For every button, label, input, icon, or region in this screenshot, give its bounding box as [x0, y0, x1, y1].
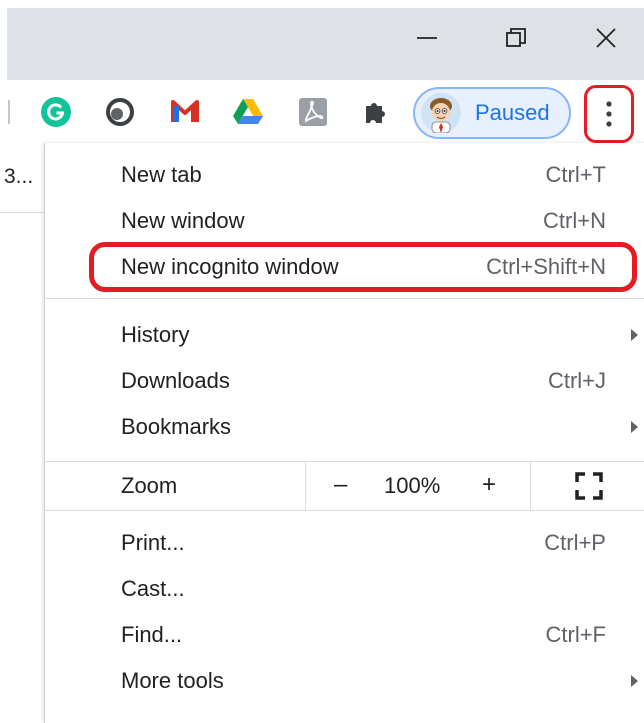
menu-item-print[interactable]: Print... Ctrl+P: [44, 520, 644, 566]
incognito-highlight-annotation: [89, 242, 637, 292]
fullscreen-icon[interactable]: [575, 472, 603, 500]
menu-item-label: Downloads: [121, 368, 230, 393]
menu-item-new-window[interactable]: New window Ctrl+N: [44, 198, 644, 244]
page-truncated-text: 3...: [4, 165, 34, 188]
page-content: [0, 148, 44, 708]
gmail-checker-icon: [171, 100, 199, 122]
circle-extension-button[interactable]: [104, 96, 136, 128]
page-divider: [0, 212, 44, 213]
zoom-level: 100%: [384, 473, 441, 498]
menu-item-label: Cast...: [121, 576, 185, 601]
menu-divider: [44, 510, 644, 511]
profile-button[interactable]: Paused: [413, 87, 571, 139]
menu-item-label: Find...: [121, 622, 183, 647]
submenu-arrow-icon: [631, 675, 638, 687]
menu-divider: [44, 298, 644, 299]
menu-item-new-tab[interactable]: New tab Ctrl+T: [44, 152, 644, 198]
google-drive-icon: [233, 99, 263, 124]
menu-item-bookmarks[interactable]: Bookmarks: [44, 404, 644, 450]
menu-item-find[interactable]: Find... Ctrl+F: [44, 612, 644, 658]
zoom-controls: – 100% +: [305, 462, 531, 510]
puzzle-icon: [366, 103, 385, 123]
extensions-button[interactable]: [360, 96, 392, 128]
menu-item-downloads[interactable]: Downloads Ctrl+J: [44, 358, 644, 404]
menu-item-label: Print...: [121, 530, 185, 555]
chrome-menu-button[interactable]: [584, 85, 634, 143]
pdf-icon: [299, 98, 327, 126]
toolbar-divider: [8, 100, 10, 124]
close-icon: [596, 28, 616, 48]
submenu-arrow-icon: [631, 421, 638, 433]
profile-status-label: Paused: [475, 100, 550, 125]
zoom-in-button[interactable]: +: [482, 471, 496, 499]
menu-item-shortcut: Ctrl+J: [547, 368, 606, 393]
menu-item-more-tools[interactable]: More tools: [44, 658, 644, 704]
gmail-checker-extension-button[interactable]: [169, 96, 201, 128]
minimize-icon: [417, 37, 437, 39]
google-drive-extension-button[interactable]: [232, 96, 264, 128]
restore-button[interactable]: [481, 8, 551, 68]
menu-item-shortcut: Ctrl+P: [544, 530, 606, 555]
close-window-button[interactable]: [571, 8, 641, 68]
menu-item-cast[interactable]: Cast...: [44, 566, 644, 612]
menu-item-label: New tab: [121, 162, 202, 187]
zoom-row: Zoom – 100% +: [44, 462, 644, 510]
restore-icon: [506, 28, 526, 47]
menu-item-shortcut: Ctrl+N: [543, 208, 606, 233]
menu-item-shortcut: Ctrl+F: [545, 622, 607, 647]
grammarly-icon: [41, 97, 71, 127]
zoom-out-button[interactable]: –: [334, 471, 347, 499]
menu-item-label: History: [121, 322, 190, 347]
menu-item-history[interactable]: History: [44, 312, 644, 358]
avatar: [421, 93, 461, 133]
pdf-extension-button[interactable]: [297, 96, 329, 128]
submenu-arrow-icon: [631, 329, 638, 341]
circle-extension-icon: [106, 98, 134, 126]
zoom-label: Zoom: [121, 473, 178, 498]
grammarly-extension-button[interactable]: [40, 96, 72, 128]
menu-item-label: Bookmarks: [121, 414, 232, 439]
menu-item-shortcut: Ctrl+T: [545, 162, 607, 187]
minimize-button[interactable]: [392, 8, 462, 68]
kebab-menu-icon: [606, 101, 612, 127]
menu-item-label: More tools: [121, 668, 224, 693]
menu-item-label: New window: [121, 208, 245, 233]
